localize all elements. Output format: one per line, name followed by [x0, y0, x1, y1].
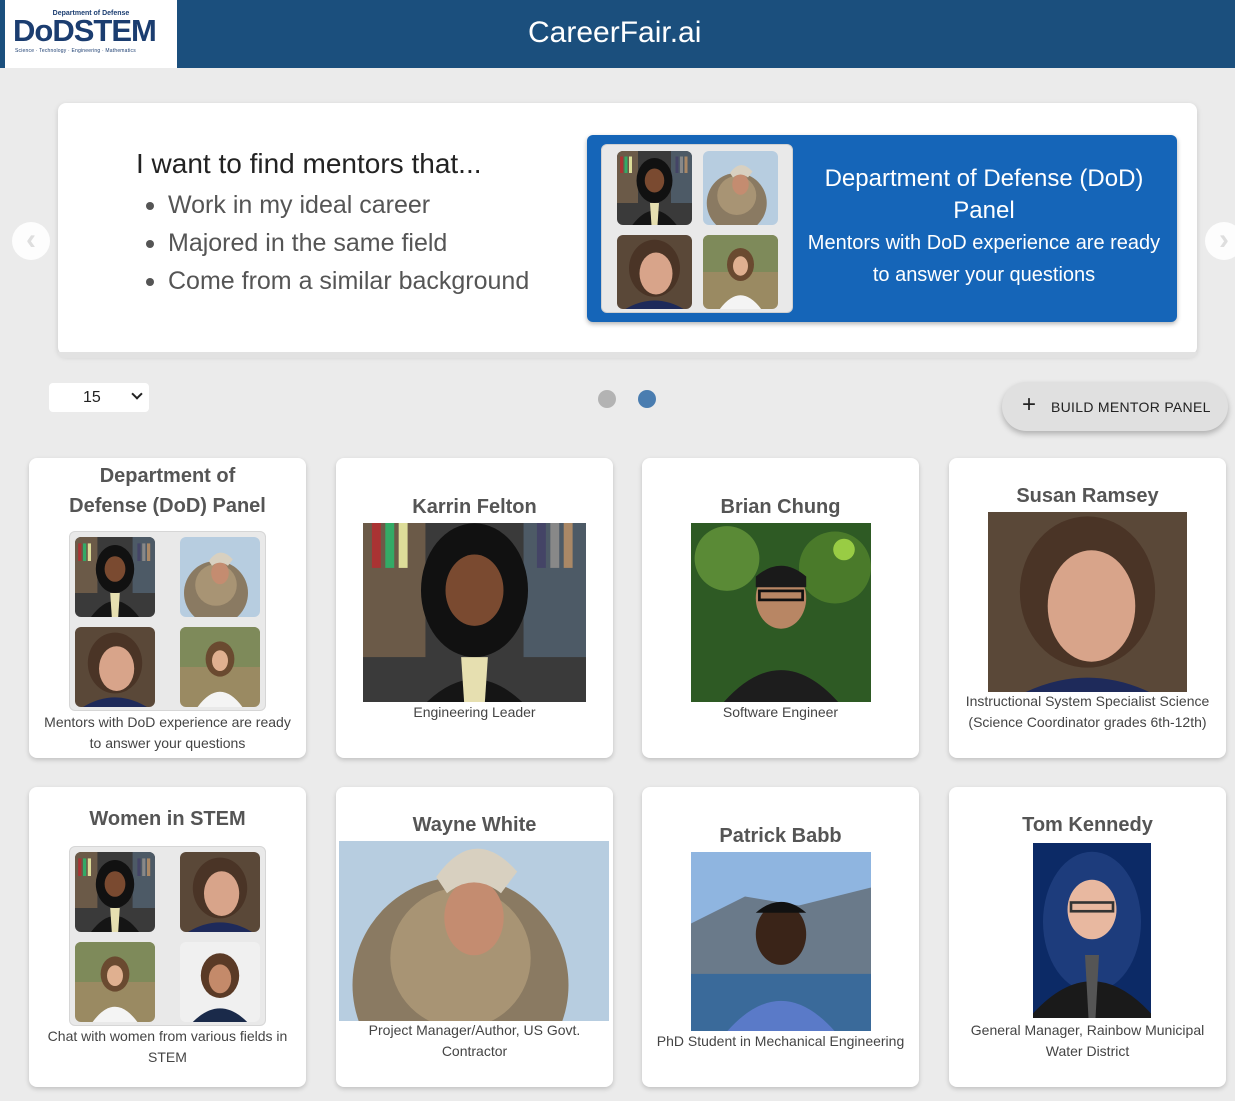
logo-wordmark: DoDSTEM [13, 13, 157, 48]
card-title: Susan Ramsey [1016, 485, 1159, 507]
card-title: Karrin Felton [412, 496, 537, 518]
panel-photo [75, 942, 155, 1022]
mentor-photo [988, 512, 1187, 692]
card-description: Software Engineer [722, 704, 839, 720]
carousel-bullet-list: Work in my ideal career Majored in the s… [142, 186, 529, 300]
panel-photo-grid [69, 846, 266, 1026]
app-title: CareerFair.ai [528, 16, 702, 49]
carousel-bottom-edge [58, 352, 1197, 358]
panel-photo-grid [69, 531, 266, 711]
panel-photo [180, 627, 260, 707]
mentor-photo [1033, 843, 1151, 1018]
promo-photo [703, 151, 778, 225]
mentor-card-brian-chung[interactable]: Brian Chung Software Engineer [642, 458, 919, 758]
card-description: Project Manager/Author, US Govt. Contrac… [368, 1022, 581, 1059]
card-title: Brian Chung [720, 496, 841, 518]
carousel-dot-1[interactable] [598, 390, 616, 408]
carousel-heading: I want to find mentors that... [136, 148, 482, 179]
mentor-card-patrick-babb[interactable]: Patrick Babb PhD Student in Mechanical E… [642, 787, 919, 1087]
promo-title: Department of Defense (DoD) Panel [824, 165, 1144, 224]
build-mentor-panel-button[interactable]: + BUILD MENTOR PANEL [1002, 382, 1228, 431]
mentor-photo [339, 841, 609, 1021]
mentor-card-wayne-white[interactable]: Wayne White Project Manager/Author, US G… [336, 787, 613, 1087]
panel-photo [75, 627, 155, 707]
card-description: Mentors with DoD experience are ready to… [44, 714, 291, 751]
page-size-select[interactable]: 15 [49, 383, 149, 412]
promo-photo [617, 235, 692, 309]
mentor-photo [691, 523, 871, 702]
panel-photo [180, 537, 260, 617]
chevron-right-icon[interactable]: › [1205, 222, 1235, 260]
promo-photo-grid [601, 144, 793, 313]
dodstem-logo[interactable]: Department of Defense DoDSTEM Science · … [5, 0, 177, 68]
promo-photo [617, 151, 692, 225]
chevron-left-icon[interactable]: ‹ [12, 222, 50, 260]
logo-tagline: Science · Technology · Engineering · Mat… [15, 48, 136, 54]
panel-photo [75, 537, 155, 617]
card-title: Department of Defense (DoD) Panel [69, 465, 266, 517]
chevron-down-icon [131, 388, 143, 400]
card-description: Instructional System Specialist Science … [965, 693, 1210, 730]
card-description: PhD Student in Mechanical Engineering [656, 1033, 905, 1049]
card-title: Wayne White [412, 814, 537, 836]
panel-photo [75, 852, 155, 932]
page-size-value: 15 [83, 389, 101, 406]
promo-subtitle: Mentors with DoD experience are ready to… [807, 232, 1161, 286]
mentor-card-karrin-felton[interactable]: Karrin Felton Engineering Leader [336, 458, 613, 758]
mentor-card-tom-kennedy[interactable]: Tom Kennedy General Manager, Rainbow Mun… [949, 787, 1226, 1087]
mentor-photo [691, 852, 871, 1031]
dod-panel-promo[interactable]: Department of Defense (DoD) Panel Mentor… [587, 135, 1177, 322]
plus-icon: + [1022, 391, 1037, 418]
panel-photo [180, 942, 260, 1022]
card-description: Chat with women from various fields in S… [47, 1028, 288, 1065]
panel-photo [180, 852, 260, 932]
panel-card-women-in-stem[interactable]: Women in STEM Chat with women from vario… [29, 787, 306, 1087]
card-title: Women in STEM [89, 808, 246, 830]
carousel-dot-2[interactable] [638, 390, 656, 408]
promo-photo [703, 235, 778, 309]
intro-carousel: I want to find mentors that... Work in m… [58, 103, 1197, 355]
carousel-bullet: Come from a similar background [142, 262, 529, 300]
card-title: Tom Kennedy [1022, 814, 1153, 836]
mentor-card-susan-ramsey[interactable]: Susan Ramsey Instructional System Specia… [949, 458, 1226, 758]
card-title: Patrick Babb [719, 825, 842, 847]
card-description: Engineering Leader [413, 704, 536, 720]
mentor-photo [363, 523, 586, 702]
panel-card-dod[interactable]: Department of Defense (DoD) Panel Mentor… [29, 458, 306, 758]
carousel-bullet: Work in my ideal career [142, 186, 529, 224]
carousel-bullet: Majored in the same field [142, 224, 529, 262]
build-button-label: BUILD MENTOR PANEL [1051, 399, 1211, 415]
top-header: Department of Defense DoDSTEM Science · … [0, 0, 1235, 68]
card-description: General Manager, Rainbow Municipal Water… [970, 1022, 1205, 1059]
